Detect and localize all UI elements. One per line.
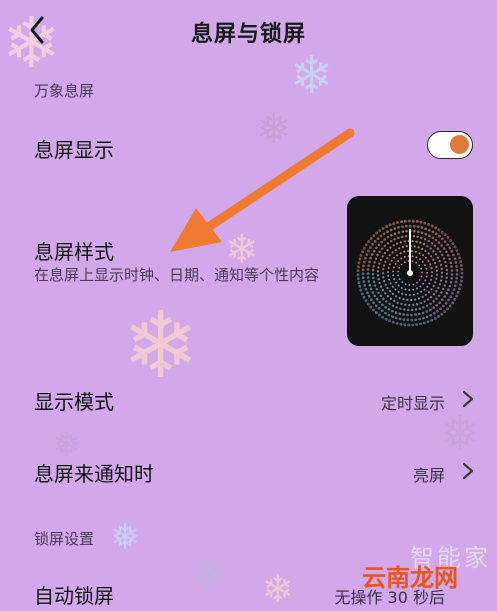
- watermark-bottom-text: 云南龙网: [362, 564, 458, 592]
- annotation-arrow-icon: [170, 128, 355, 252]
- watermark: 智能家 云南龙网: [362, 538, 497, 600]
